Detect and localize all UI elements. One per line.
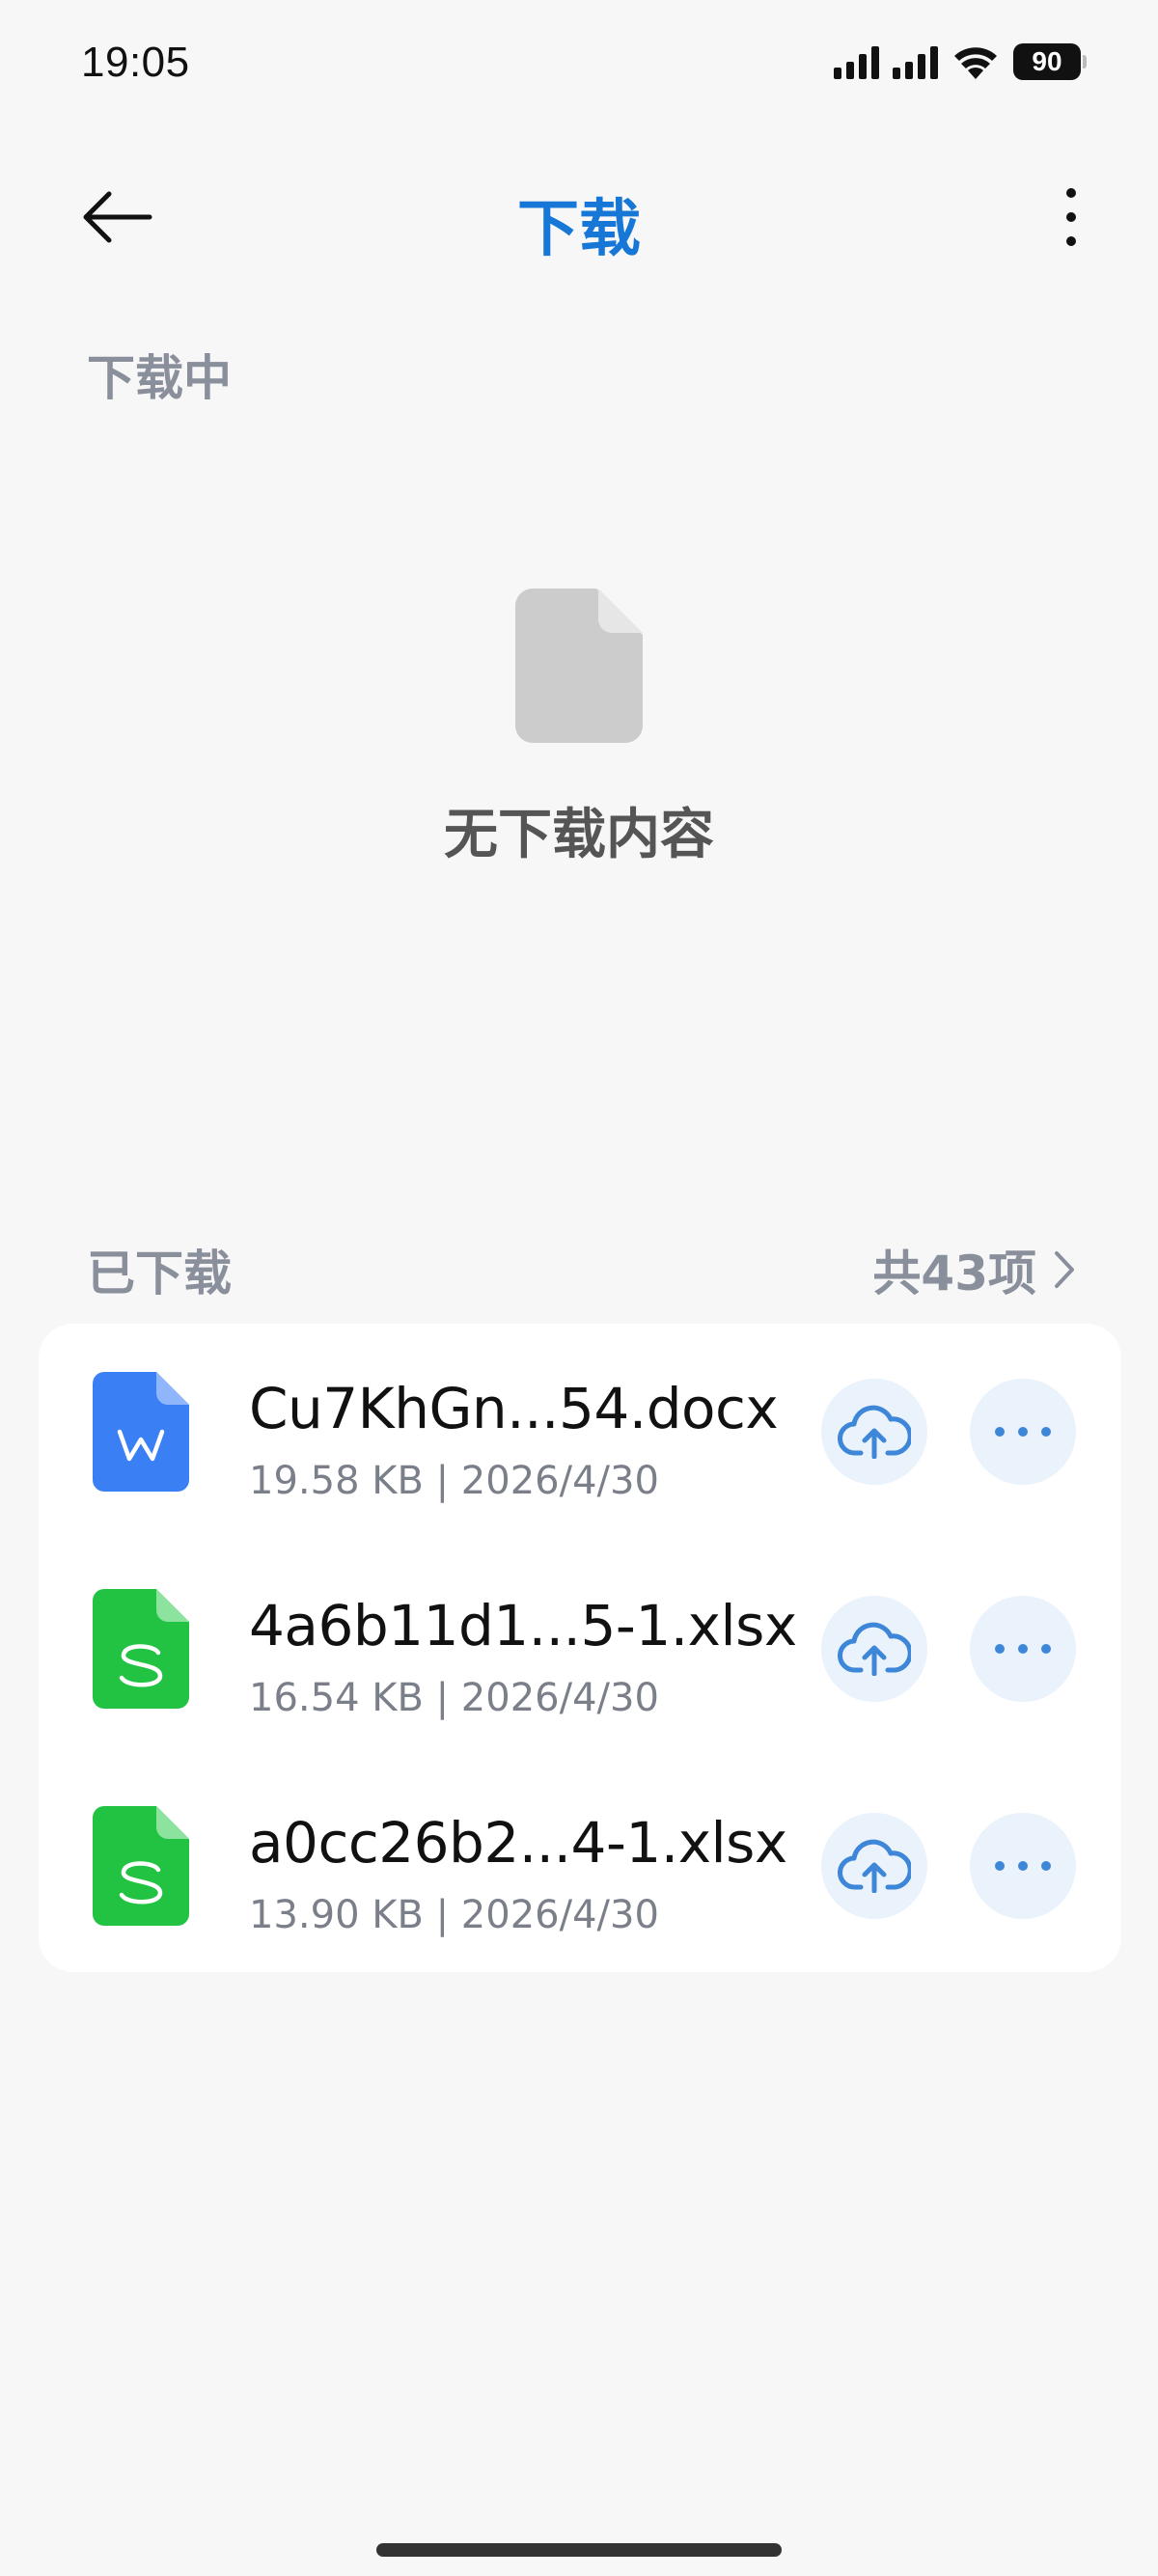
- status-bar: 19:05 90: [0, 0, 1158, 135]
- list-item[interactable]: 4a6b11d1...5-1.xlsx 16.54 KB | 2026/4/30: [39, 1541, 1121, 1758]
- home-indicator[interactable]: [376, 2543, 782, 2557]
- cloud-upload-button[interactable]: [821, 1813, 927, 1919]
- docx-file-icon: [93, 1372, 189, 1496]
- more-horizontal-icon: [995, 1644, 1051, 1654]
- cloud-upload-icon: [838, 1622, 911, 1676]
- file-meta: 13.90 KB | 2026/4/30: [249, 1893, 659, 1937]
- more-horizontal-icon: [995, 1861, 1051, 1871]
- file-name: Cu7KhGn...54.docx: [249, 1376, 779, 1441]
- document-icon: [515, 589, 643, 748]
- file-meta: 16.54 KB | 2026/4/30: [249, 1676, 659, 1720]
- signal-icon: [893, 44, 938, 79]
- battery-icon: 90: [1013, 43, 1087, 80]
- file-more-button[interactable]: [970, 1379, 1076, 1485]
- signal-icon: [834, 44, 879, 79]
- list-item[interactable]: a0cc26b2...4-1.xlsx 13.90 KB | 2026/4/30: [39, 1758, 1121, 1975]
- more-vertical-icon: [1066, 188, 1076, 246]
- list-item[interactable]: Cu7KhGn...54.docx 19.58 KB | 2026/4/30: [39, 1324, 1121, 1541]
- battery-level: 90: [1013, 43, 1081, 80]
- file-meta: 19.58 KB | 2026/4/30: [249, 1459, 659, 1503]
- more-horizontal-icon: [995, 1427, 1051, 1437]
- view-all-link[interactable]: 共43项: [872, 1235, 1075, 1304]
- file-name: a0cc26b2...4-1.xlsx: [249, 1810, 787, 1876]
- downloaded-file-list: Cu7KhGn...54.docx 19.58 KB | 2026/4/30 4…: [39, 1324, 1121, 1972]
- status-icons: 90: [834, 39, 1087, 85]
- file-name: 4a6b11d1...5-1.xlsx: [249, 1593, 797, 1658]
- file-more-button[interactable]: [970, 1813, 1076, 1919]
- status-time: 19:05: [81, 39, 190, 86]
- cloud-upload-button[interactable]: [821, 1596, 927, 1702]
- item-count: 共43项: [872, 1246, 1036, 1302]
- xlsx-file-icon: [93, 1806, 189, 1931]
- cloud-upload-icon: [838, 1405, 911, 1459]
- wifi-icon: [954, 47, 997, 79]
- cloud-upload-button[interactable]: [821, 1379, 927, 1485]
- more-options-button[interactable]: [1042, 183, 1100, 251]
- chevron-right-icon: [1055, 1251, 1074, 1288]
- xlsx-file-icon: [93, 1589, 189, 1713]
- cloud-upload-icon: [838, 1839, 911, 1893]
- page-title: 下载: [517, 194, 641, 265]
- file-more-button[interactable]: [970, 1596, 1076, 1702]
- downloading-section-label: 下载中: [87, 350, 232, 406]
- empty-state-text: 无下载内容: [444, 804, 714, 866]
- downloaded-section-label: 已下载: [87, 1246, 232, 1302]
- header: 下载: [0, 164, 1158, 270]
